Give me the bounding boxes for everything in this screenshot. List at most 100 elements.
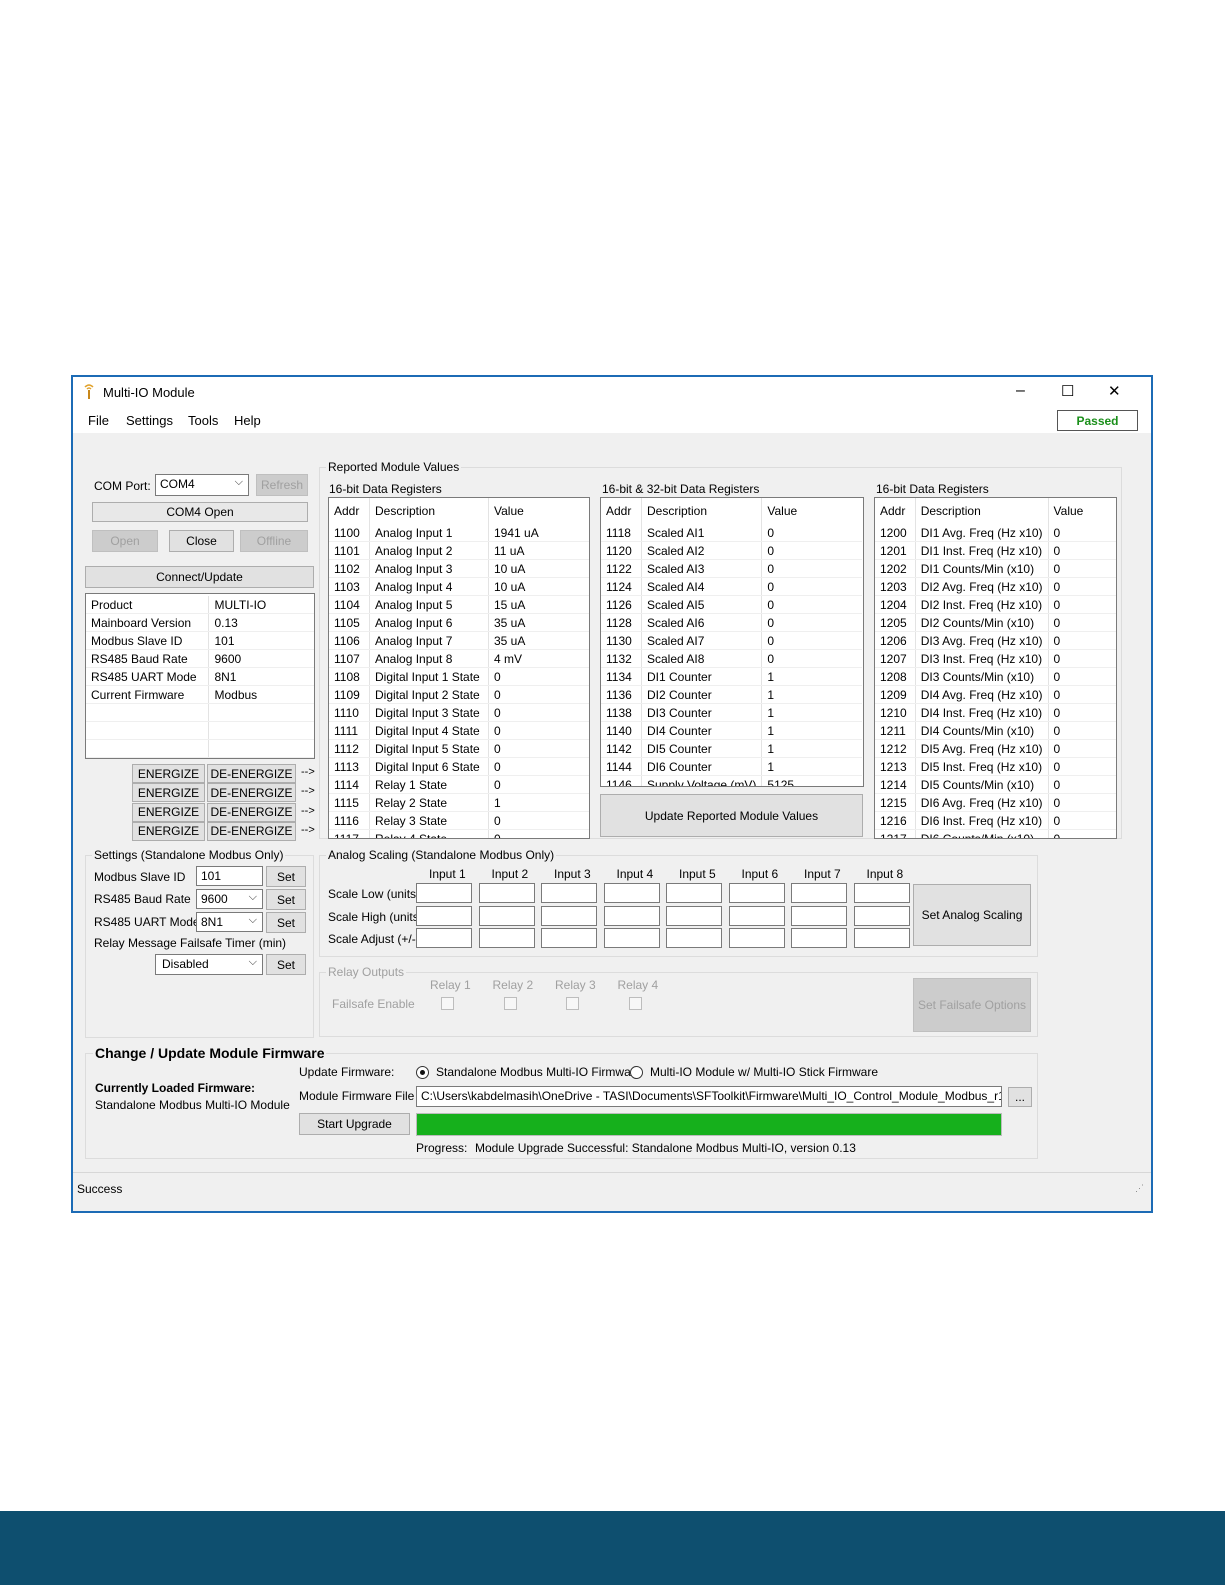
baud-select[interactable]: 9600 ⌵ [196, 889, 263, 909]
title-bar[interactable]: Multi-IO Module – ☐ ✕ [73, 377, 1151, 407]
table-row[interactable]: 1212 DI5 Avg. Freq (Hz x10) 0 [875, 739, 1116, 758]
column-header[interactable]: Value [489, 498, 590, 524]
table-row[interactable]: 1108 Digital Input 1 State 0 [329, 667, 589, 686]
radio-stick-firmware[interactable] [630, 1066, 643, 1079]
deenergize-relay-1-button[interactable]: DE-ENERGIZE [207, 764, 296, 783]
table-row[interactable]: 1122 Scaled AI3 0 [601, 559, 863, 578]
table-row[interactable]: 1215 DI6 Avg. Freq (Hz x10) 0 [875, 793, 1116, 812]
column-header[interactable]: Description [915, 498, 1049, 524]
column-header[interactable]: Addr [601, 498, 642, 524]
table-row[interactable]: 1110 Digital Input 3 State 0 [329, 703, 589, 722]
set-uart-button[interactable]: Set [266, 912, 306, 933]
close-icon[interactable]: ✕ [1108, 382, 1121, 400]
deenergize-relay-3-button[interactable]: DE-ENERGIZE [207, 802, 296, 822]
offline-button[interactable]: Offline [240, 530, 308, 552]
scale-input[interactable] [478, 883, 535, 903]
scale-input[interactable] [666, 905, 722, 926]
table-row[interactable]: 1204 DI2 Inst. Freq (Hz x10) 0 [875, 595, 1116, 614]
table-row[interactable]: 1203 DI2 Avg. Freq (Hz x10) 0 [875, 577, 1116, 596]
uart-select[interactable]: 8N1 ⌵ [196, 912, 263, 932]
table-row[interactable]: 1115 Relay 2 State 1 [329, 793, 589, 812]
table-row[interactable]: 1134 DI1 Counter 1 [601, 667, 863, 686]
radio-standalone-firmware[interactable] [416, 1066, 429, 1079]
scale-input[interactable] [728, 928, 785, 948]
column-header[interactable]: Value [762, 498, 863, 524]
table-row[interactable]: 1217 DI6 Counts/Min (x10) 0 [875, 829, 1116, 838]
table-row[interactable]: 1201 DI1 Inst. Freq (Hz x10) 0 [875, 541, 1116, 560]
table-row[interactable]: 1106 Analog Input 7 35 uA [329, 631, 589, 650]
table-row[interactable]: 1128 Scaled AI6 0 [601, 613, 863, 632]
table-row[interactable]: 1206 DI3 Avg. Freq (Hz x10) 0 [875, 631, 1116, 650]
table-row[interactable]: 1136 DI2 Counter 1 [601, 685, 863, 704]
update-reported-values-button[interactable]: Update Reported Module Values [600, 794, 863, 837]
scale-input[interactable] [541, 928, 597, 948]
table-row[interactable]: 1103 Analog Input 4 10 uA [329, 577, 589, 596]
scale-input[interactable] [853, 905, 910, 926]
relay-3-failsafe-checkbox[interactable] [566, 997, 579, 1010]
com-port-select[interactable]: COM4 ⌵ [155, 474, 249, 496]
table-row[interactable]: 1109 Digital Input 2 State 0 [329, 685, 589, 704]
close-button[interactable]: Close [169, 530, 234, 552]
table-row[interactable]: 1209 DI4 Avg. Freq (Hz x10) 0 [875, 685, 1116, 704]
table-row[interactable]: 1104 Analog Input 5 15 uA [329, 595, 589, 614]
table-row[interactable]: 1113 Digital Input 6 State 0 [329, 757, 589, 776]
table-row[interactable]: 1140 DI4 Counter 1 [601, 721, 863, 740]
scale-input[interactable] [416, 905, 472, 926]
set-failsafe-options-button[interactable]: Set Failsafe Options [913, 978, 1031, 1032]
scale-input[interactable] [728, 883, 785, 903]
scale-input[interactable] [541, 883, 597, 903]
set-baud-button[interactable]: Set [266, 889, 306, 910]
scale-input[interactable] [478, 928, 535, 948]
resize-grip-icon[interactable]: ⋰ [1135, 1183, 1144, 1194]
menu-help[interactable]: Help [234, 413, 261, 428]
menu-tools[interactable]: Tools [188, 413, 218, 428]
table-row[interactable]: 1118 Scaled AI1 0 [601, 524, 863, 542]
scale-input[interactable] [666, 928, 722, 948]
column-header[interactable]: Description [641, 498, 763, 524]
scale-input[interactable] [541, 905, 597, 926]
scale-input[interactable] [603, 928, 660, 948]
table-row[interactable]: 1102 Analog Input 3 10 uA [329, 559, 589, 578]
table-row[interactable]: 1146 Supply Voltage (mV) 5125 [601, 775, 863, 786]
column-header[interactable]: Description [369, 498, 489, 524]
relay-2-failsafe-checkbox[interactable] [503, 997, 517, 1010]
deenergize-relay-2-button[interactable]: DE-ENERGIZE [207, 783, 296, 803]
table-row[interactable]: 1214 DI5 Counts/Min (x10) 0 [875, 775, 1116, 794]
scale-input[interactable] [603, 905, 660, 926]
scale-input[interactable] [791, 883, 847, 903]
table-row[interactable]: 1211 DI4 Counts/Min (x10) 0 [875, 721, 1116, 740]
set-failsafe-timer-button[interactable]: Set [266, 954, 306, 975]
table-row[interactable]: 1124 Scaled AI4 0 [601, 577, 863, 596]
table-row[interactable]: 1132 Scaled AI8 0 [601, 649, 863, 668]
energize-relay-4-button[interactable]: ENERGIZE [132, 821, 205, 841]
table-row[interactable]: 1126 Scaled AI5 0 [601, 595, 863, 614]
open-button[interactable]: Open [92, 530, 158, 552]
set-analog-scaling-button[interactable]: Set Analog Scaling [913, 884, 1031, 946]
connect-update-button[interactable]: Connect/Update [85, 566, 314, 588]
column-header[interactable]: Value [1048, 498, 1116, 524]
table-row[interactable]: 1114 Relay 1 State 0 [329, 775, 589, 794]
column-header[interactable]: Addr [329, 498, 370, 524]
registers-table-3[interactable]: Addr Description Value 1200 DI1 Avg. Freq (H… [874, 497, 1117, 839]
maximize-icon[interactable]: ☐ [1061, 382, 1074, 400]
scale-input[interactable] [791, 928, 847, 948]
energize-relay-3-button[interactable]: ENERGIZE [132, 802, 205, 822]
registers-table-2[interactable]: Addr Description Value 1118 Scaled AI1 0 1120 S… [600, 497, 864, 787]
table-row[interactable]: 1144 DI6 Counter 1 [601, 757, 863, 776]
menu-file[interactable]: File [88, 413, 109, 428]
table-row[interactable]: 1216 DI6 Inst. Freq (Hz x10) 0 [875, 811, 1116, 830]
relay-4-failsafe-checkbox[interactable] [628, 997, 642, 1010]
scale-input[interactable] [416, 928, 472, 948]
set-slave-id-button[interactable]: Set [266, 866, 306, 887]
table-row[interactable]: 1116 Relay 3 State 0 [329, 811, 589, 830]
column-header[interactable]: Addr [875, 498, 916, 524]
energize-relay-1-button[interactable]: ENERGIZE [132, 764, 205, 783]
table-row[interactable]: 1107 Analog Input 84 mV [329, 649, 589, 668]
slave-id-input[interactable]: 101 [196, 866, 263, 886]
table-row[interactable]: 1138 DI3 Counter 1 [601, 703, 863, 722]
relay-1-failsafe-checkbox[interactable] [441, 997, 454, 1010]
table-row[interactable]: 1207 DI3 Inst. Freq (Hz x10) 0 [875, 649, 1116, 668]
minimize-icon[interactable]: – [1016, 382, 1025, 400]
scale-input[interactable] [416, 883, 472, 903]
firmware-file-input[interactable]: C:\Users\kabdelmasih\OneDrive - TASI\Doc… [416, 1086, 1002, 1107]
